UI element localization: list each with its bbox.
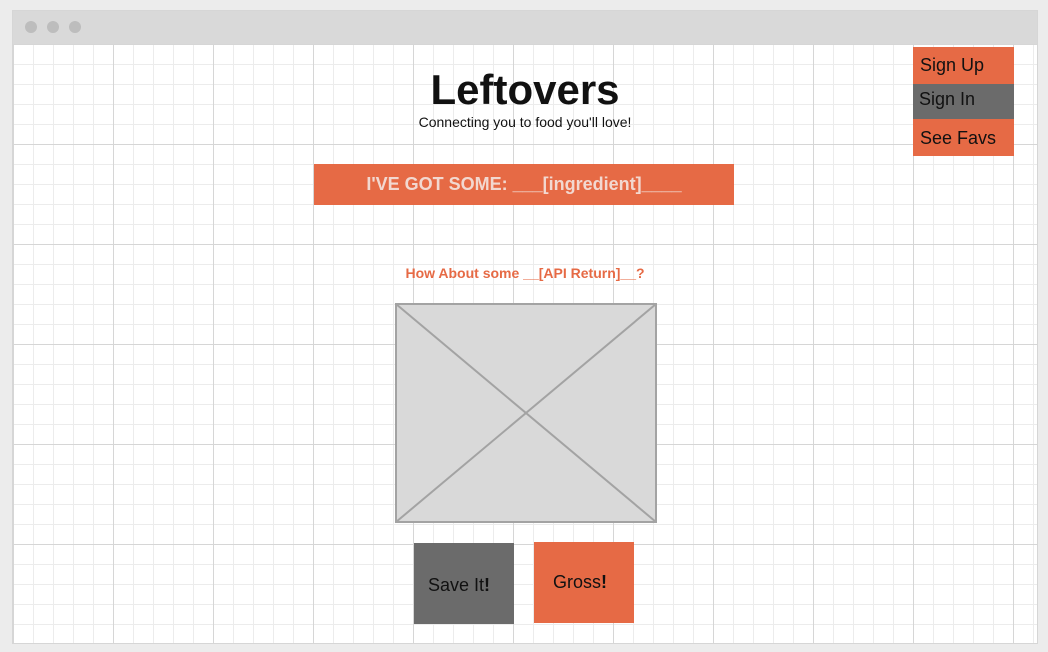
gross-exclaim: ! — [601, 572, 608, 592]
nav-sign-in-button[interactable]: Sign In — [913, 84, 1014, 119]
save-it-exclaim: ! — [484, 575, 491, 595]
image-placeholder-icon — [395, 303, 657, 523]
window-maximize-dot[interactable] — [69, 21, 81, 33]
nav-see-favs-button[interactable]: See Favs — [913, 119, 1014, 156]
save-it-button[interactable]: Save It! — [414, 543, 514, 624]
page-title: Leftovers — [430, 66, 620, 113]
window-titlebar — [13, 11, 1037, 44]
page-canvas: Leftovers Connecting you to food you'll … — [13, 44, 1037, 643]
gross-button[interactable]: Gross! — [534, 542, 634, 623]
page-subtitle: Connecting you to food you'll love! — [418, 114, 632, 130]
window-minimize-dot[interactable] — [47, 21, 59, 33]
suggestion-question: How About some __[API Return]__? — [405, 265, 645, 281]
image-placeholder-graphic — [395, 303, 657, 523]
window-close-dot[interactable] — [25, 21, 37, 33]
ingredient-search-input[interactable]: I'VE GOT SOME: ___[ingredient]____ — [314, 164, 734, 205]
save-it-label: Save It — [428, 575, 485, 595]
browser-window: Leftovers Connecting you to food you'll … — [12, 10, 1038, 644]
ingredient-search-text: I'VE GOT SOME: ___[ingredient]____ — [366, 174, 682, 194]
account-nav: Sign Up Sign In See Favs — [913, 47, 1014, 156]
gross-label: Gross — [553, 572, 602, 592]
nav-sign-up-button[interactable]: Sign Up — [913, 47, 1014, 84]
